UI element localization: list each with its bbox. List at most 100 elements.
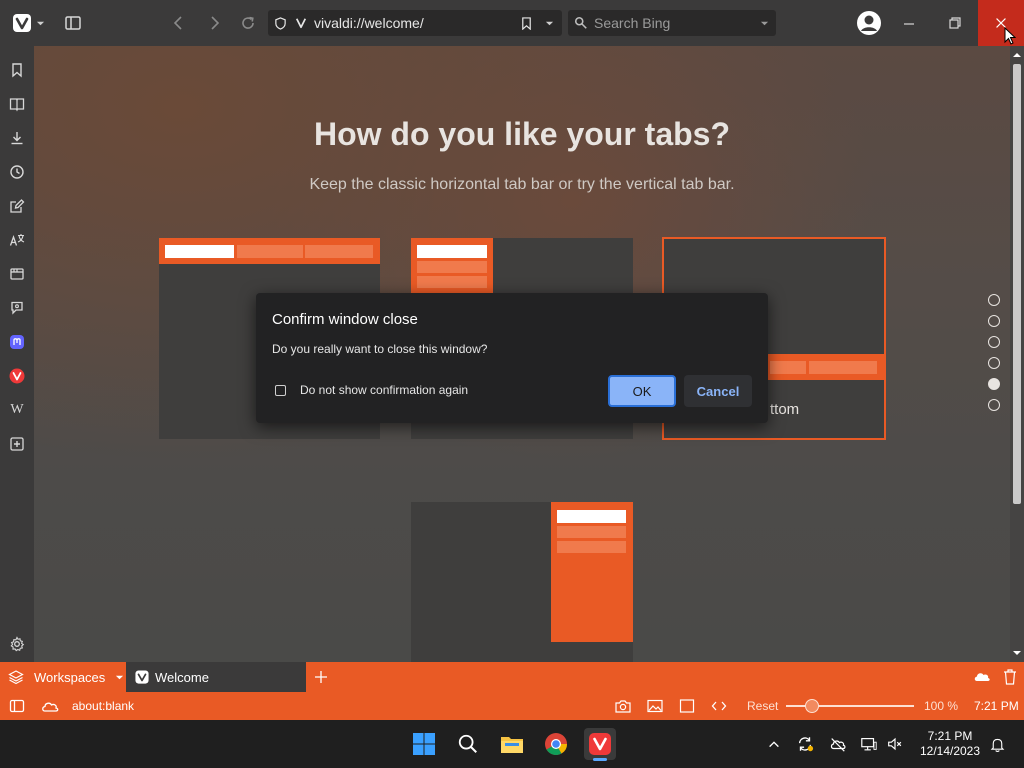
address-bar[interactable]: vivaldi://welcome/	[268, 10, 562, 36]
download-icon	[11, 132, 23, 145]
chat-icon	[11, 301, 23, 315]
chevron-down-icon[interactable]	[760, 19, 769, 28]
mastodon-panel-button[interactable]	[7, 332, 27, 352]
forward-button[interactable]	[201, 8, 227, 38]
dialog-title: Confirm window close	[272, 311, 418, 328]
notifications-button[interactable]	[987, 734, 1007, 754]
chevron-down-icon[interactable]	[545, 19, 554, 28]
vivaldi-logo-icon	[135, 670, 149, 684]
history-button[interactable]	[7, 162, 27, 182]
vertical-scrollbar[interactable]	[1010, 46, 1024, 662]
minimize-icon	[904, 23, 914, 25]
preview-tab	[557, 541, 626, 553]
chevron-down-icon	[116, 675, 124, 679]
search-icon	[574, 16, 587, 29]
preview-tab-bar	[159, 238, 380, 264]
note-edit-icon	[10, 199, 25, 213]
restore-button[interactable]	[942, 8, 968, 38]
volume-tray-button[interactable]	[885, 734, 905, 754]
show-hidden-icons-button[interactable]	[764, 734, 784, 754]
sync-tray-button[interactable]	[795, 734, 815, 754]
bookmarks-panel-button[interactable]	[7, 60, 27, 80]
preview-tab	[417, 276, 487, 288]
panel-toggle-icon	[65, 16, 81, 30]
translate-button[interactable]	[7, 230, 27, 250]
back-button[interactable]	[166, 8, 192, 38]
dialog-message: Do you really want to close this window?	[272, 342, 488, 356]
dont-show-again-label[interactable]: Do not show confirmation again	[300, 383, 468, 397]
sync-status-button[interactable]	[40, 698, 60, 714]
page-dot[interactable]	[988, 357, 1000, 369]
search-icon	[458, 734, 477, 753]
sync-cloud-button[interactable]	[972, 668, 992, 686]
vivaldi-small-icon	[295, 18, 307, 29]
vivaldi-taskbar-button[interactable]	[584, 728, 616, 761]
scrollbar-thumb[interactable]	[1013, 64, 1021, 504]
chevron-left-icon	[173, 16, 182, 30]
windows-taskbar: 7:21 PM 12/14/2023	[0, 720, 1024, 768]
mastodon-icon	[10, 335, 24, 349]
translate-icon	[9, 234, 25, 246]
side-panel: W	[0, 46, 34, 662]
onedrive-tray-button[interactable]	[828, 734, 848, 754]
dont-show-again-checkbox[interactable]	[275, 385, 286, 396]
bookmark-icon[interactable]	[520, 16, 533, 30]
workspaces-button[interactable]: Workspaces	[8, 662, 124, 692]
page-dot-active[interactable]	[988, 378, 1000, 390]
panel-toggle-button[interactable]	[60, 8, 86, 38]
page-dot[interactable]	[988, 399, 1000, 411]
wikipedia-panel-button[interactable]: W	[7, 400, 27, 420]
preview-tab	[305, 245, 373, 258]
zoom-slider-handle[interactable]	[805, 699, 819, 713]
zoom-reset-button[interactable]: Reset	[747, 699, 778, 713]
zoom-slider[interactable]	[786, 699, 914, 713]
book-icon	[9, 98, 25, 112]
page-dot[interactable]	[988, 294, 1000, 306]
ok-button[interactable]: OK	[608, 375, 676, 407]
cancel-button[interactable]: Cancel	[684, 375, 752, 407]
add-panel-button[interactable]	[7, 434, 27, 454]
page-tiling-button[interactable]	[678, 698, 696, 714]
vivaldi-logo-icon	[9, 368, 25, 384]
vivaldi-panel-button[interactable]	[7, 366, 27, 386]
vivaldi-logo-icon	[12, 14, 31, 32]
new-tab-button[interactable]	[312, 668, 330, 686]
window-icon	[10, 268, 24, 280]
page-actions-button[interactable]	[710, 698, 728, 714]
network-tray-button[interactable]	[859, 734, 879, 754]
reading-list-button[interactable]	[7, 94, 27, 114]
reload-button[interactable]	[235, 8, 261, 38]
page-dot[interactable]	[988, 336, 1000, 348]
minimize-button[interactable]	[896, 8, 922, 38]
panel-toggle-button[interactable]	[9, 698, 25, 714]
window-panel-button[interactable]	[7, 264, 27, 284]
file-explorer-button[interactable]	[496, 728, 528, 760]
scroll-up-icon[interactable]	[1010, 50, 1024, 60]
capture-button[interactable]	[614, 698, 632, 714]
search-button[interactable]	[452, 728, 484, 760]
taskbar-clock[interactable]: 7:21 PM 12/14/2023	[914, 729, 986, 759]
search-field[interactable]: Search Bing	[568, 10, 776, 36]
status-url: about:blank	[72, 699, 135, 713]
tab-option-right[interactable]	[411, 502, 633, 662]
notes-button[interactable]	[7, 196, 27, 216]
profile-button[interactable]	[854, 8, 884, 38]
vivaldi-menu-button[interactable]	[8, 8, 48, 38]
search-placeholder: Search Bing	[594, 15, 671, 31]
page-dot[interactable]	[988, 315, 1000, 327]
settings-button[interactable]	[7, 634, 27, 654]
downloads-button[interactable]	[7, 128, 27, 148]
camera-icon	[615, 700, 631, 713]
images-toggle-button[interactable]	[646, 698, 664, 714]
start-button[interactable]	[408, 728, 440, 760]
chrome-button[interactable]	[540, 728, 572, 760]
clock-icon	[10, 165, 24, 179]
chevron-right-icon	[211, 16, 220, 30]
tab-welcome[interactable]: Welcome	[126, 662, 306, 692]
close-window-button[interactable]	[978, 0, 1024, 46]
feeds-button[interactable]	[7, 298, 27, 318]
chrome-icon	[545, 733, 567, 755]
scroll-down-icon[interactable]	[1010, 648, 1024, 658]
preview-vertical-tab-bar	[411, 238, 493, 298]
trash-button[interactable]	[1002, 668, 1018, 686]
